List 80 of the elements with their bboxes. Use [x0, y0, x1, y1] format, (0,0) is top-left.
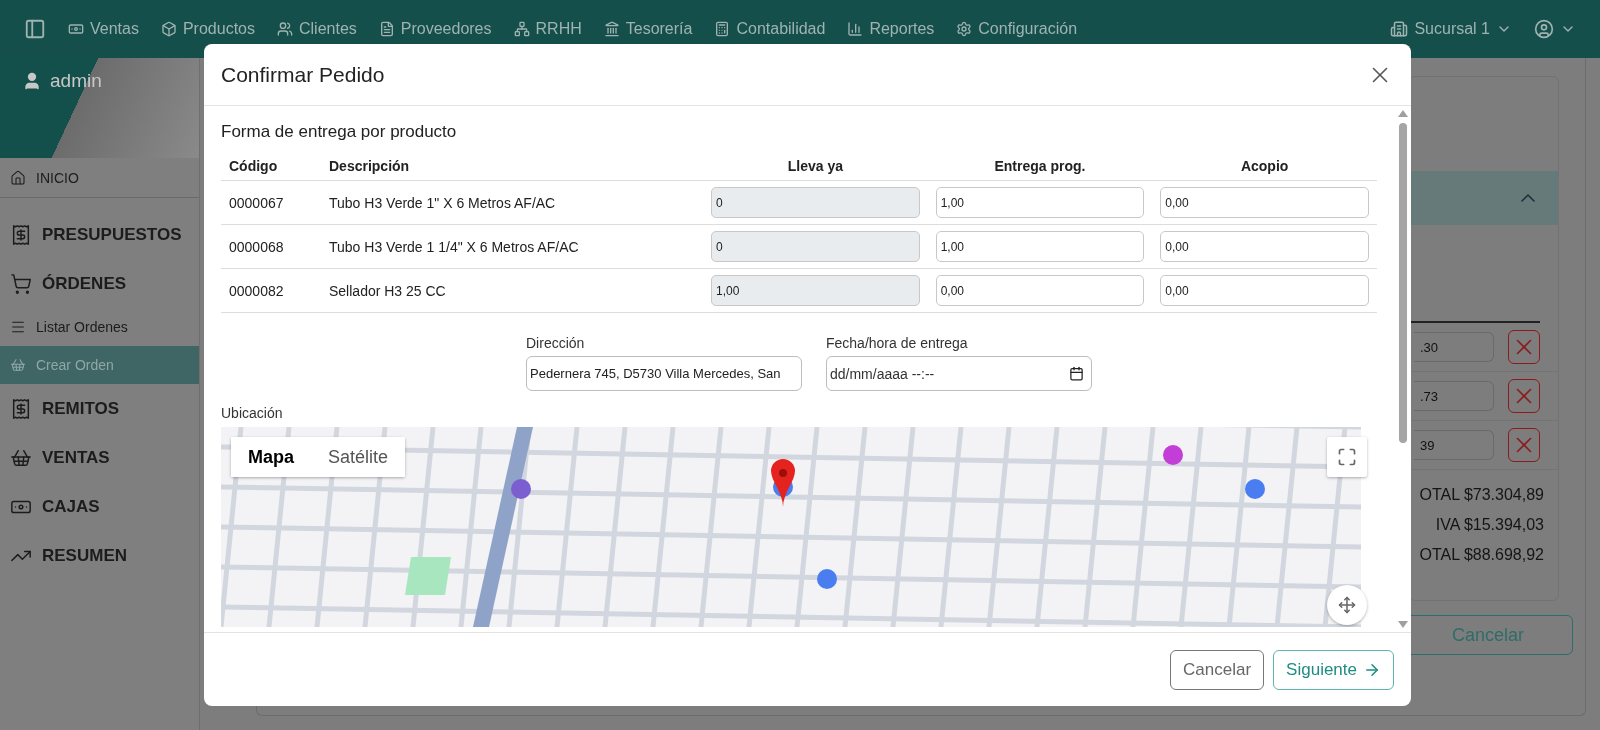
fullscreen-icon [1337, 447, 1357, 467]
sidebar-item[interactable]: Crear Orden [0, 346, 199, 384]
amount-field[interactable]: .73 [1414, 381, 1494, 411]
nav-link[interactable]: Reportes [847, 20, 935, 38]
delete-button[interactable] [1508, 330, 1540, 364]
sidebar-item[interactable]: Listar Ordenes [0, 308, 199, 346]
sidebar-item[interactable]: PRESUPUESTOS [0, 210, 199, 259]
quantity-field[interactable]: 0,00 [1160, 231, 1369, 262]
table-cell: 0000082 [221, 268, 321, 313]
building-icon [1390, 20, 1409, 38]
nav-link[interactable]: Productos [160, 20, 255, 38]
address-field[interactable]: Pedernera 745, D5730 Villa Mercedes, San [526, 356, 802, 391]
total-text: IVA $15.394,03 [1434, 515, 1545, 535]
calendar-icon [1069, 366, 1084, 381]
basket-icon [10, 357, 26, 373]
menu-icon [10, 319, 26, 335]
user-name: admin [50, 70, 102, 92]
delete-button[interactable] [1508, 428, 1540, 462]
map-type-tab[interactable]: Mapa [231, 437, 311, 477]
cancel-button[interactable]: Cancelar [1170, 649, 1265, 690]
total-text: OTAL $88.698,92 [1418, 545, 1545, 565]
amount-field[interactable]: 39 [1414, 430, 1494, 460]
sidebar-item[interactable]: RESUMEN [0, 531, 199, 580]
map-type-tab[interactable]: Satélite [311, 437, 406, 477]
nav-link[interactable]: Tesorería [603, 20, 693, 38]
sidebar-toggle-icon[interactable] [24, 18, 46, 40]
banknote-icon [68, 21, 84, 37]
column-header: Acopio [1152, 152, 1377, 181]
user-icon [1534, 19, 1554, 39]
field-label: Fecha/hora de entrega [826, 335, 969, 351]
home-icon [10, 169, 26, 186]
receipt-icon [10, 223, 32, 246]
field-label: Ubicación [221, 405, 284, 421]
delete-button[interactable] [1508, 379, 1540, 413]
sidebar-item[interactable]: VENTAS [0, 433, 199, 482]
column-header: Descripción [321, 152, 703, 181]
sidebar-item[interactable]: CAJAS [0, 482, 199, 531]
total-text: OTAL $73.304,89 [1418, 485, 1545, 505]
nav-link[interactable]: RRHH [513, 20, 582, 38]
bank-icon [603, 21, 620, 37]
sidebar-item[interactable]: INICIO [0, 158, 199, 198]
table-cell: Tubo H3 Verde 1 1/4" X 6 Metros AF/AC [321, 224, 703, 269]
column-header: Lleva ya [703, 152, 928, 181]
receipt-icon [10, 397, 32, 420]
cart-icon [10, 272, 32, 295]
move-icon [1338, 596, 1356, 614]
table-cell: 0000067 [221, 180, 321, 225]
users-icon [277, 21, 293, 37]
nav-link[interactable]: Proveedores [378, 20, 492, 38]
modal-title: Confirmar Pedido [221, 62, 385, 87]
calculator-icon [714, 21, 731, 37]
quantity-field[interactable]: 0,00 [1160, 275, 1369, 306]
nav-link[interactable]: Contabilidad [714, 20, 826, 38]
column-header: Código [221, 152, 321, 181]
document-icon [378, 21, 395, 37]
table-cell: Sellador H3 25 CC [321, 268, 703, 313]
nav-link[interactable]: Ventas [68, 20, 139, 38]
sidebar-item[interactable]: REMITOS [0, 384, 199, 433]
section-title: Forma de entrega por producto [221, 122, 458, 142]
chart-icon [847, 21, 864, 37]
user-icon [22, 71, 42, 91]
quantity-field[interactable]: 0,00 [1160, 187, 1369, 218]
box-icon [160, 21, 177, 37]
network-icon [513, 21, 530, 37]
settings-icon [956, 21, 973, 37]
amount-field[interactable]: .30 [1414, 332, 1494, 362]
quantity-field[interactable]: 0,00 [935, 275, 1145, 306]
column-header: Entrega prog. [927, 152, 1153, 181]
table-cell: Tubo H3 Verde 1" X 6 Metros AF/AC [321, 180, 703, 225]
datetime-field[interactable]: dd/mm/aaaa --:-- [826, 356, 1092, 391]
nav-link[interactable]: Clientes [277, 20, 357, 38]
field-label: Dirección [526, 335, 586, 351]
next-button[interactable]: Siguiente [1273, 649, 1394, 690]
fullscreen-button[interactable] [1327, 437, 1367, 477]
nav-link[interactable]: Configuración [956, 20, 1078, 38]
sidebar-item[interactable]: ÓRDENES [0, 259, 199, 308]
table-cell: 0000068 [221, 224, 321, 269]
quantity-field[interactable]: 1,00 [935, 231, 1145, 262]
branch-dropdown[interactable]: Sucursal 1 [1390, 20, 1512, 38]
quantity-field[interactable]: 1,00 [935, 187, 1145, 218]
